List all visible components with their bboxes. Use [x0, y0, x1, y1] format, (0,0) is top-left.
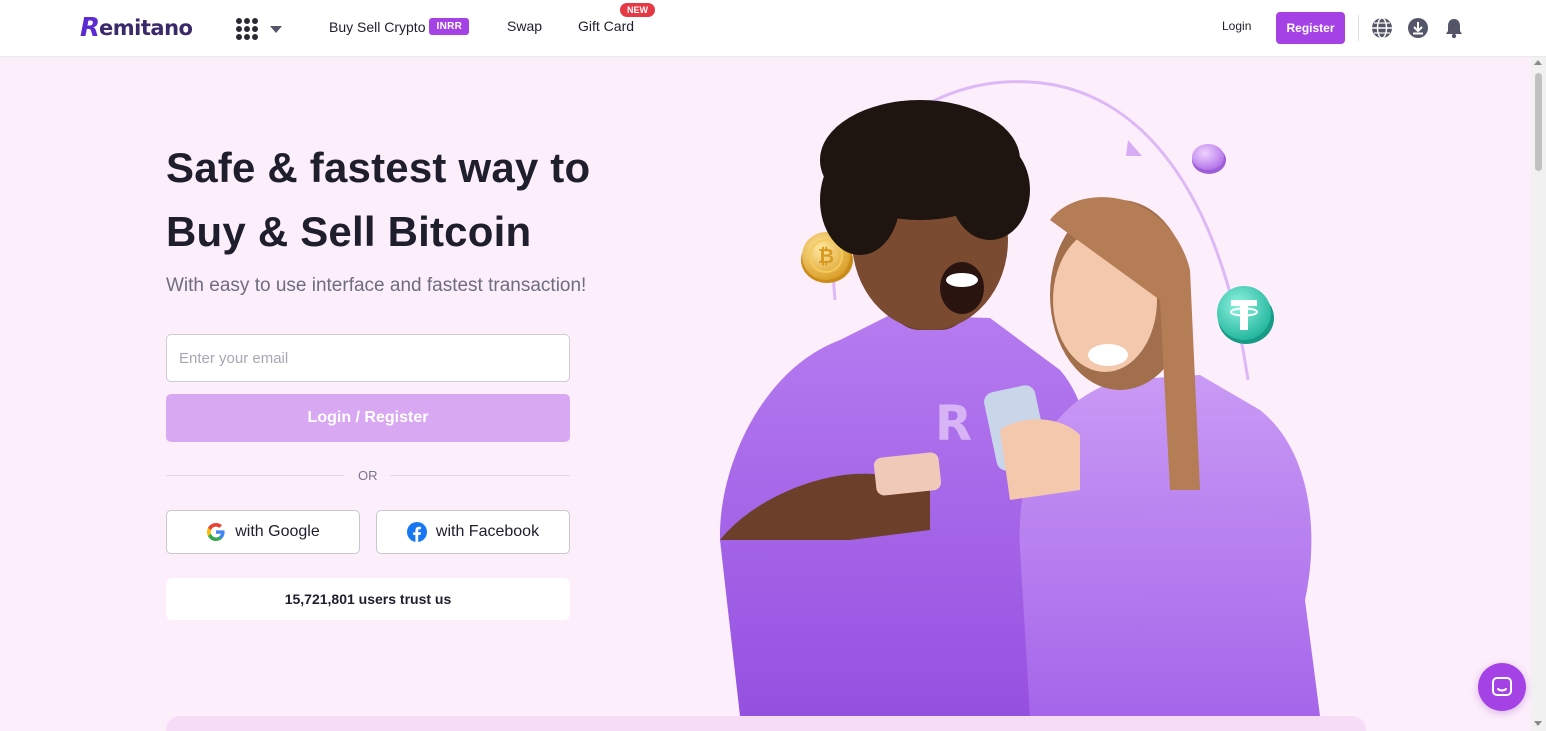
- facebook-button-label: with Facebook: [435, 523, 540, 540]
- bell-icon[interactable]: [1443, 17, 1465, 39]
- shirt-logo: R: [935, 396, 972, 452]
- remitano-logo[interactable]: R emitano: [80, 12, 193, 44]
- nav-gift-card[interactable]: Gift Card: [578, 18, 634, 34]
- google-button-label: with Google: [235, 523, 320, 540]
- scroll-thumb[interactable]: [1535, 73, 1542, 171]
- top-header: R emitano Buy Sell Crypto INRR Swap Gift…: [0, 0, 1546, 57]
- chevron-down-icon: [270, 25, 282, 33]
- header-divider: [1358, 15, 1359, 41]
- nav-buy-sell-crypto[interactable]: Buy Sell Crypto INRR: [329, 18, 470, 35]
- logo-mark: R: [80, 13, 100, 43]
- apps-menu-button[interactable]: [236, 17, 296, 41]
- orbit-arrow: [1126, 140, 1142, 156]
- or-divider-right: [390, 475, 570, 476]
- hero-title: Safe & fastest way to Buy & Sell Bitcoin: [166, 136, 686, 264]
- google-login-button[interactable]: with Google: [166, 510, 360, 554]
- scroll-down-icon[interactable]: [1534, 721, 1542, 726]
- nav-swap[interactable]: Swap: [507, 18, 542, 34]
- hero-title-line2: Buy & Sell Bitcoin: [166, 208, 532, 255]
- header-login-button[interactable]: Login: [1222, 19, 1251, 33]
- woman-figure: [984, 197, 1320, 716]
- header-register-button[interactable]: Register: [1276, 12, 1345, 44]
- trust-text: 15,721,801 users trust us: [284, 591, 452, 607]
- logo-text: emitano: [99, 16, 193, 40]
- or-divider-left: [166, 475, 344, 476]
- inrr-badge: INRR: [429, 18, 470, 35]
- users-trust-banner: 15,721,801 users trust us: [166, 578, 570, 620]
- hero-title-line1: Safe & fastest way to: [166, 144, 591, 191]
- svg-text:₿: ₿: [818, 244, 834, 268]
- login-register-button[interactable]: Login / Register: [166, 394, 570, 442]
- scroll-up-icon[interactable]: [1534, 60, 1542, 65]
- new-badge: NEW: [620, 3, 655, 17]
- facebook-icon: [406, 522, 427, 542]
- tether-coin-icon: [1217, 286, 1274, 344]
- google-icon: [207, 523, 225, 541]
- globe-icon[interactable]: [1371, 17, 1393, 39]
- email-input[interactable]: [166, 334, 570, 382]
- download-icon[interactable]: [1407, 17, 1429, 39]
- apps-grid-icon: [236, 18, 258, 40]
- nav-buy-sell-label: Buy Sell Crypto: [329, 18, 426, 35]
- facebook-login-button[interactable]: with Facebook: [376, 510, 570, 554]
- chat-icon: [1492, 677, 1512, 696]
- hero-subtitle: With easy to use interface and fastest t…: [166, 275, 587, 296]
- chat-support-button[interactable]: [1478, 663, 1526, 711]
- bottom-panel: [166, 716, 1366, 731]
- or-text: OR: [358, 468, 378, 483]
- purple-coin-icon: [1192, 144, 1226, 174]
- page-scrollbar[interactable]: [1531, 57, 1546, 731]
- hero-illustration: ₿ R: [719, 80, 1320, 716]
